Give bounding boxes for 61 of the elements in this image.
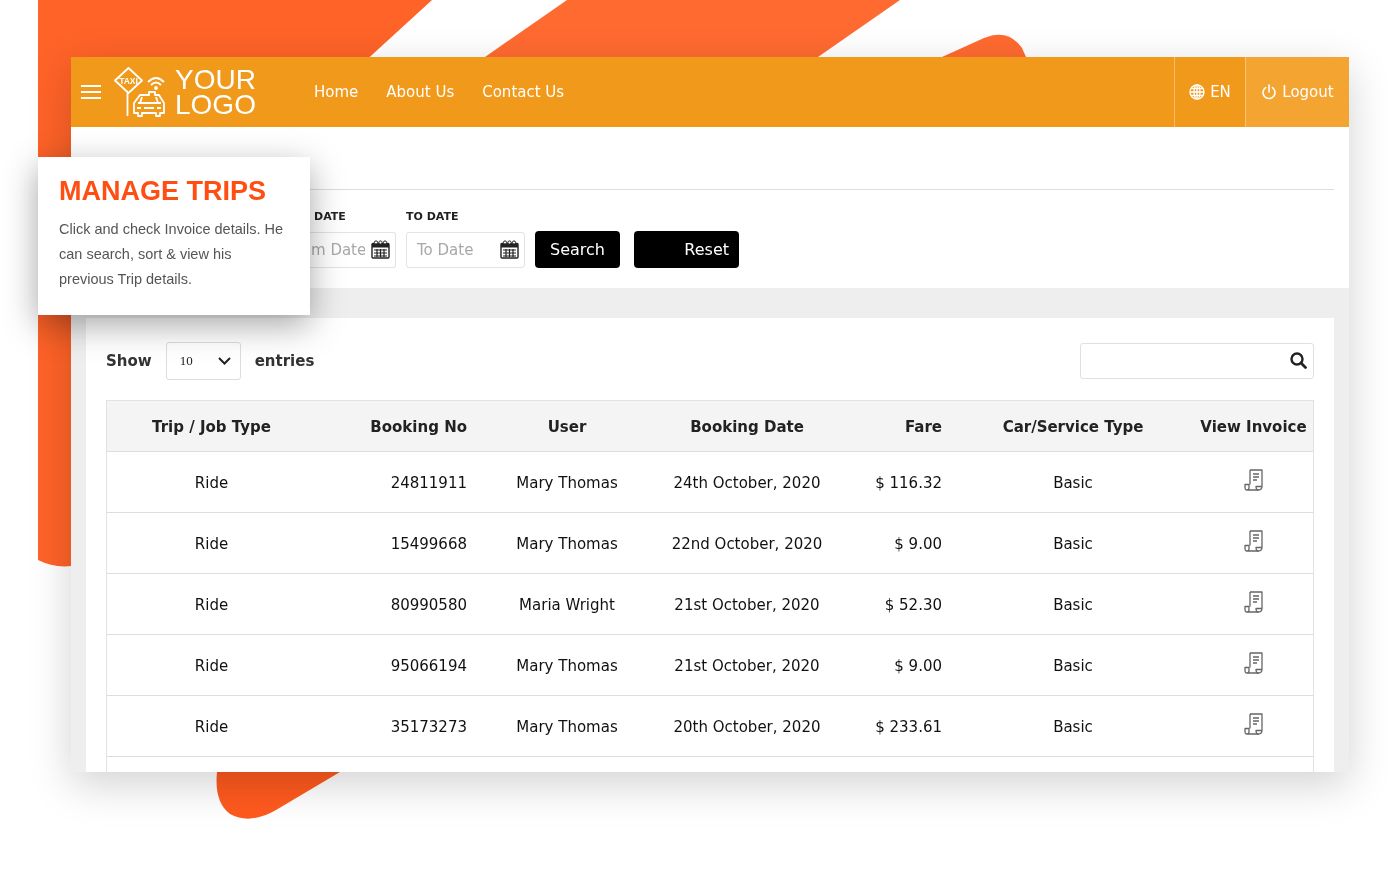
fare-amount: $ 233.61 (875, 717, 942, 736)
booking-date: 24th October, 2020 (673, 473, 821, 492)
fare-amount: $ 9.00 (894, 534, 942, 553)
receipt-icon[interactable] (1243, 652, 1264, 674)
booking-number: 15499668 (390, 534, 467, 553)
booking-number: 24811911 (390, 473, 467, 492)
search-button[interactable]: Search (535, 231, 620, 268)
user-name: Mary Thomas (516, 656, 618, 675)
column-header[interactable]: Booking Date (690, 417, 804, 436)
service-type: Basic (1053, 534, 1093, 553)
user-name: Mary Thomas (516, 717, 618, 736)
receipt-icon[interactable] (1243, 713, 1264, 735)
fare-amount: $ 52.30 (884, 595, 942, 614)
field-label: DATE (313, 210, 347, 224)
chevron-down-icon (217, 357, 231, 365)
calendar-icon[interactable] (500, 240, 519, 259)
booking-date: 22nd October, 2020 (671, 534, 823, 553)
user-name: Mary Thomas (516, 473, 618, 492)
column-header[interactable]: Booking No (370, 417, 467, 436)
show-label: Show (106, 352, 152, 370)
logo-text: LOGO (175, 92, 257, 117)
trip-type: Ride (194, 534, 229, 553)
receipt-icon[interactable] (1243, 591, 1264, 613)
user-name: Mary Thomas (516, 534, 618, 553)
fare-amount: $ 9.00 (894, 656, 942, 675)
user-name: Maria Wright (519, 595, 615, 614)
column-header[interactable]: Fare (904, 417, 942, 436)
service-type: Basic (1053, 656, 1093, 675)
booking-number: 95066194 (390, 656, 467, 675)
trip-type: Ride (194, 656, 229, 675)
receipt-icon[interactable] (1243, 469, 1264, 491)
page-size-select[interactable]: 10 (165, 342, 241, 380)
column-header[interactable]: User (547, 417, 587, 436)
callout-text: Click and check Invoice details. He can search, sort & view his previous Trip details. (59, 220, 285, 289)
search-icon[interactable] (1290, 352, 1307, 369)
reset-button[interactable]: Reset (634, 231, 739, 268)
service-type: Basic (1053, 717, 1093, 736)
service-type: Basic (1053, 473, 1093, 492)
entries-label: entries (254, 352, 315, 370)
fare-amount: $ 116.32 (875, 473, 942, 492)
booking-date: 21st October, 2020 (674, 595, 820, 614)
globe-icon (1189, 84, 1206, 100)
booking-date: 20th October, 2020 (673, 717, 821, 736)
booking-number: 35173273 (390, 717, 467, 736)
trip-type: Ride (194, 473, 229, 492)
trip-type: Ride (194, 595, 229, 614)
receipt-icon[interactable] (1243, 530, 1264, 552)
calendar-icon[interactable] (371, 240, 390, 259)
power-icon (1261, 84, 1278, 100)
callout-title: MANAGE TRIPS (59, 175, 267, 207)
service-type: Basic (1053, 595, 1093, 614)
date-field[interactable]: To Date (406, 232, 525, 268)
booking-number: 80990580 (390, 595, 467, 614)
logo-text: YOUR (175, 67, 257, 92)
search-field[interactable] (1080, 343, 1314, 379)
field-label: TO DATE (406, 210, 460, 224)
trip-type: Ride (194, 717, 229, 736)
column-header[interactable]: Trip / Job Type (152, 417, 271, 436)
column-header[interactable]: View Invoice (1200, 417, 1307, 436)
booking-date: 21st October, 2020 (674, 656, 820, 675)
column-header[interactable]: Car/Service Type (1002, 417, 1144, 436)
